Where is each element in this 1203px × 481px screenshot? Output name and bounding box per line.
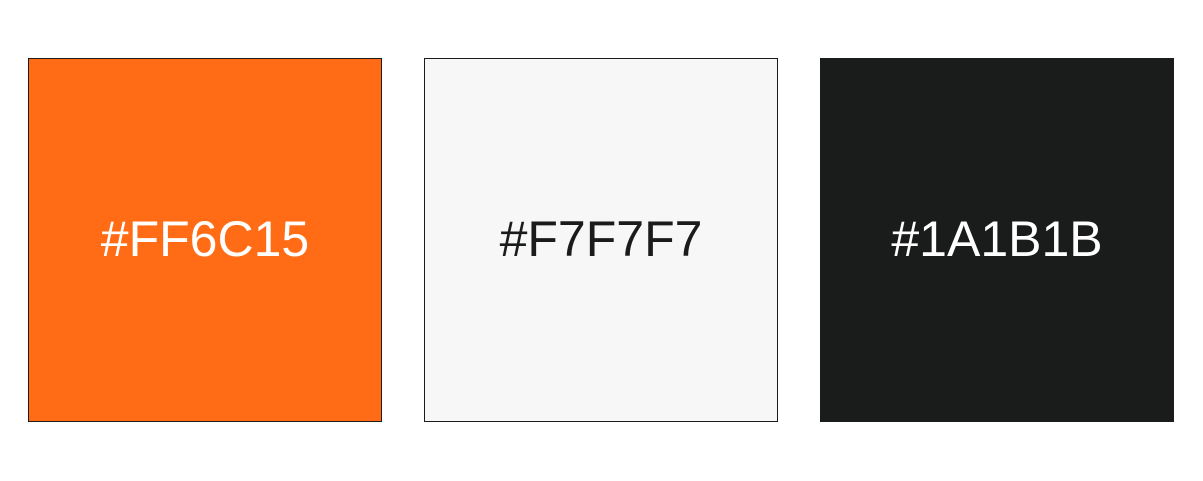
color-swatch-light-gray: #F7F7F7 [424,58,778,422]
color-swatch-near-black: #1A1B1B [820,58,1174,422]
swatch-hex-label: #FF6C15 [100,211,310,267]
color-swatch-orange: #FF6C15 [28,58,382,422]
swatch-hex-label: #F7F7F7 [499,211,703,267]
swatch-hex-label: #1A1B1B [891,211,1103,267]
